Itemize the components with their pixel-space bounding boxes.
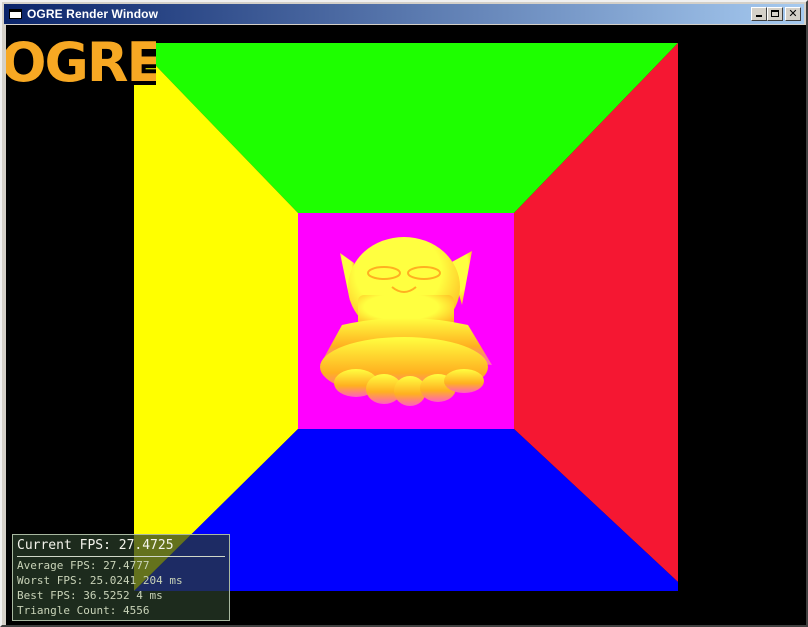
maximize-icon	[771, 10, 779, 17]
current-fps-label: Current FPS: 27.4725	[17, 538, 174, 553]
window-title: OGRE Render Window	[27, 7, 159, 21]
ogre-logo-text: OGRE	[6, 31, 156, 94]
render-viewport[interactable]: Current FPS: 27.4725 Average FPS: 27.477…	[6, 25, 806, 625]
close-icon: ✕	[788, 7, 798, 20]
title-bar[interactable]: OGRE Render Window ✕	[4, 4, 804, 24]
window-controls: ✕	[751, 7, 801, 21]
close-button[interactable]: ✕	[785, 7, 801, 21]
ogre-render-window: OGRE Render Window ✕ Current FPS: 27.472…	[0, 0, 808, 627]
beard-lobe	[444, 369, 484, 393]
average-fps-label: Average FPS: 27.4777	[17, 559, 150, 572]
minimize-button[interactable]	[751, 7, 767, 21]
minimize-icon	[756, 15, 762, 17]
worst-fps-label: Worst FPS: 25.0241 204 ms	[17, 574, 183, 587]
fps-stats-panel: Current FPS: 27.4725 Average FPS: 27.477…	[12, 534, 230, 621]
maximize-button[interactable]	[767, 7, 783, 21]
window-icon[interactable]	[9, 9, 22, 19]
triangle-count-label: Triangle Count: 4556	[17, 604, 150, 617]
best-fps-label: Best FPS: 36.5252 4 ms	[17, 589, 163, 602]
ogre-logo: OGRE	[6, 27, 156, 95]
stats-divider	[17, 556, 225, 557]
